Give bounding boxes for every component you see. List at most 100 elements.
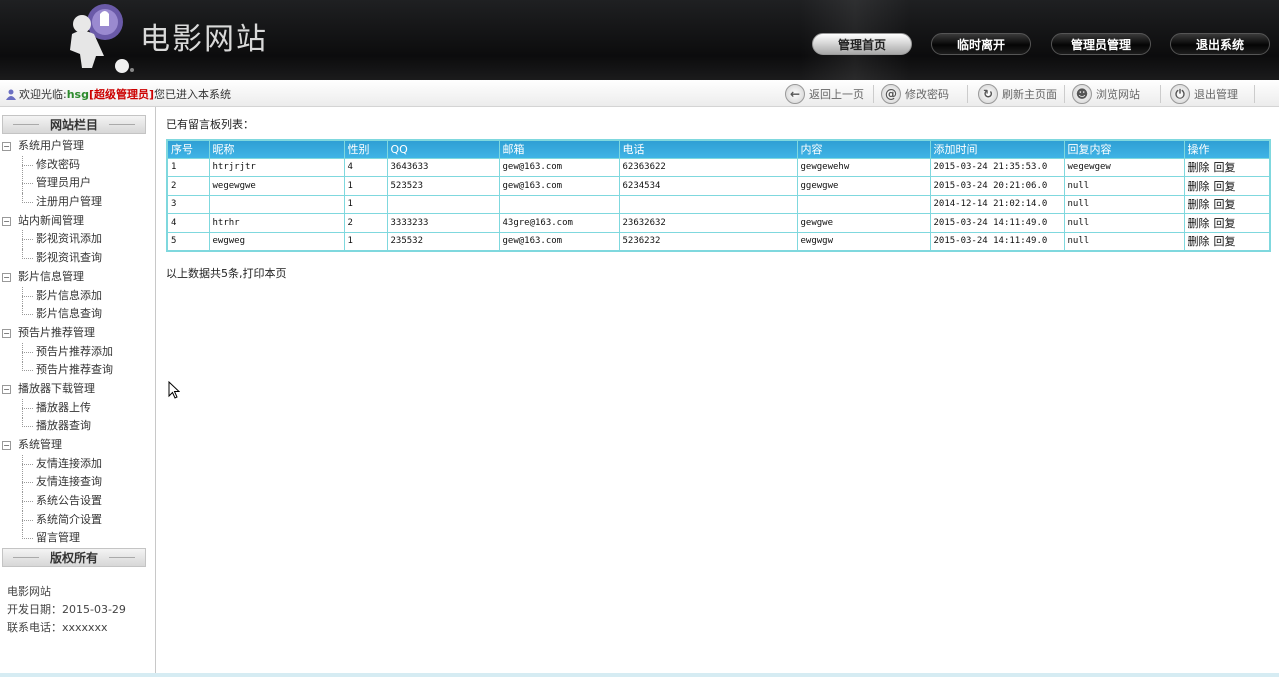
toolbar-divider: [1064, 85, 1065, 103]
sidebar-item-label: 友情连接查询: [36, 475, 102, 489]
sidebar-item-label: 预告片推荐添加: [36, 344, 113, 358]
reply-link[interactable]: 回复: [1214, 235, 1236, 248]
sidebar-item[interactable]: 注册用户管理: [0, 193, 150, 212]
table-cell: 2015-03-24 14:11:49.0: [929, 213, 1065, 233]
copyright-date: 开发日期：2015-03-29: [7, 603, 126, 616]
table-cell: 4: [166, 213, 210, 233]
sidebar-item[interactable]: 影视资讯查询: [0, 249, 150, 268]
table-cell: gew@163.com: [498, 157, 620, 177]
delete-link[interactable]: 删除: [1188, 217, 1210, 230]
power-icon: ⏻: [1170, 84, 1190, 104]
table-cell: 2014-12-14 21:02:14.0: [929, 194, 1065, 214]
tree-connector: [22, 295, 33, 297]
sidebar-group[interactable]: − 播放器下载管理: [0, 380, 150, 399]
tree-connector: [22, 370, 33, 372]
sidebar-item[interactable]: 影视资讯添加: [0, 230, 150, 250]
column-header: 邮箱: [498, 139, 620, 159]
sidebar-item[interactable]: 系统公告设置: [0, 492, 150, 512]
delete-link[interactable]: 删除: [1188, 235, 1210, 248]
table-cell-actions: 删除 回复: [1183, 194, 1271, 214]
reply-link[interactable]: 回复: [1214, 180, 1236, 193]
table-cell: htrjrjtr: [208, 157, 345, 177]
table-cell: [386, 194, 500, 214]
column-header: 昵称: [208, 139, 345, 159]
exit-admin-button[interactable]: ⏻ 退出管理: [1170, 83, 1238, 105]
nav-admin-manage-button[interactable]: 管理员管理: [1051, 33, 1151, 55]
sidebar-group-label: 影片信息管理: [18, 269, 84, 283]
table-header-row: 序号 昵称 性别 QQ 邮箱 电话 内容 添加时间 回复内容 操作: [166, 139, 1271, 159]
column-header: 操作: [1183, 139, 1271, 159]
nav-temp-leave-button[interactable]: 临时离开: [931, 33, 1031, 55]
collapse-toggle-icon[interactable]: −: [2, 384, 11, 394]
nav-exit-system-button[interactable]: 退出系统: [1170, 33, 1270, 55]
collapse-toggle-icon[interactable]: −: [2, 216, 11, 226]
print-page-link[interactable]: 打印本页: [243, 267, 287, 280]
sidebar-item-label: 友情连接添加: [36, 456, 102, 470]
collapse-toggle-icon[interactable]: −: [2, 328, 11, 338]
tree-connector: [22, 314, 33, 316]
sidebar-item[interactable]: 友情连接添加: [0, 454, 150, 474]
refresh-button[interactable]: ↻ 刷新主页面: [978, 83, 1057, 105]
table-cell: wegewgwe: [208, 176, 345, 196]
toolbar-divider: [967, 85, 968, 103]
reply-link[interactable]: 回复: [1214, 161, 1236, 174]
sidebar-item[interactable]: 影片信息添加: [0, 286, 150, 306]
sidebar-item[interactable]: 预告片推荐添加: [0, 342, 150, 362]
sidebar-item[interactable]: 留言管理: [0, 529, 150, 548]
sidebar-item-label: 播放器查询: [36, 419, 91, 433]
sidebar-group[interactable]: − 系统用户管理: [0, 137, 150, 156]
sidebar-item[interactable]: 修改密码: [0, 155, 150, 175]
sidebar: 网站栏目 − 系统用户管理 修改密码 管理员用户 注册用户管理 − 站内新闻管理 影视资讯添加…: [0, 107, 156, 677]
tree-connector: [22, 202, 33, 204]
sidebar-tree: − 系统用户管理 修改密码管理员用户 注册用户管理 − 站内新闻管理 影视资讯添加 影视资讯查…: [0, 137, 150, 548]
collapse-toggle-icon[interactable]: −: [2, 441, 11, 450]
delete-link[interactable]: 删除: [1188, 161, 1210, 174]
table-cell-actions: 删除 回复: [1183, 213, 1271, 233]
reply-link[interactable]: 回复: [1214, 217, 1236, 230]
nav-admin-home-button[interactable]: 管理首页: [812, 33, 912, 55]
sidebar-item[interactable]: 播放器查询: [0, 417, 150, 436]
sidebar-item[interactable]: 管理员用户: [0, 174, 150, 194]
sidebar-item[interactable]: 系统简介设置: [0, 510, 150, 530]
sidebar-item-label: 修改密码: [36, 157, 80, 171]
sidebar-item[interactable]: 播放器上传: [0, 398, 150, 418]
column-header: QQ: [386, 139, 500, 159]
summary-count: 以上数据共5条,: [166, 267, 243, 280]
tree-connector: [22, 538, 33, 540]
back-button[interactable]: ← 返回上一页: [785, 83, 864, 105]
delete-link[interactable]: 删除: [1188, 180, 1210, 193]
table-cell: wegewgew: [1063, 157, 1185, 177]
sidebar-item-label: 预告片推荐查询: [36, 363, 113, 377]
change-password-button[interactable]: @ 修改密码: [881, 83, 949, 105]
column-header: 回复内容: [1063, 139, 1185, 159]
table-cell: 3333233: [386, 213, 500, 233]
reply-link[interactable]: 回复: [1214, 198, 1236, 211]
sidebar-group[interactable]: − 预告片推荐管理: [0, 324, 150, 343]
toolbar: 欢迎光临: hsg [超级管理员] 您已进入本系统 ← 返回上一页 @ 修改密码…: [0, 80, 1279, 107]
sidebar-group-label: 系统管理: [18, 438, 62, 451]
delete-link[interactable]: 删除: [1188, 198, 1210, 211]
welcome-prefix: 欢迎光临:: [19, 88, 67, 101]
sidebar-group-label: 播放器下载管理: [18, 381, 95, 395]
table-row: 1 htrjrjtr 4 3643633 gew@163.com 62363622 gewg…: [166, 157, 1271, 177]
browse-site-button[interactable]: ☻ 浏览网站: [1072, 83, 1140, 105]
table-cell: [618, 194, 798, 214]
table-cell: 2015-03-24 14:11:49.0: [929, 231, 1065, 251]
sidebar-item[interactable]: 友情连接查询: [0, 473, 150, 493]
refresh-label: 刷新主页面: [1002, 88, 1057, 101]
column-header: 性别: [343, 139, 388, 159]
sidebar-group[interactable]: − 站内新闻管理: [0, 212, 150, 231]
sidebar-group[interactable]: − 系统管理: [0, 436, 150, 455]
copyright-title: 版权所有: [2, 548, 146, 567]
table-cell: 1: [343, 176, 388, 196]
column-header: 内容: [796, 139, 931, 159]
sidebar-group[interactable]: − 影片信息管理: [0, 268, 150, 287]
collapse-toggle-icon[interactable]: −: [2, 142, 11, 151]
collapse-toggle-icon[interactable]: −: [2, 272, 11, 282]
sidebar-item[interactable]: 影片信息查询: [0, 305, 150, 324]
bottom-bar: [0, 673, 1279, 677]
list-title: 已有留言板列表：: [166, 118, 254, 131]
sidebar-item[interactable]: 预告片推荐查询: [0, 361, 150, 380]
sidebar-item-label: 注册用户管理: [36, 195, 102, 209]
toolbar-divider: [1160, 85, 1161, 103]
